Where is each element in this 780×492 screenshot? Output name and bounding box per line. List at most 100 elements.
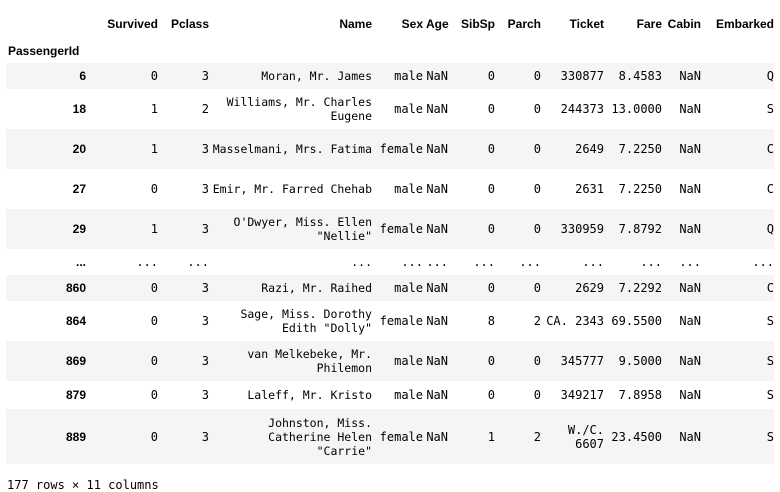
cell-parch: 2 (533, 429, 541, 444)
cell-age: NaN (426, 142, 448, 156)
cell-pclass: 3 (201, 222, 209, 236)
cell-name: O'Dwyer, Miss. Ellen "Nellie" (233, 215, 372, 243)
cell-cabin: NaN (679, 142, 701, 156)
column-header: Ticket (569, 17, 604, 31)
cell-survived: 1 (150, 222, 158, 236)
cell-embarked: C (766, 142, 774, 156)
cell-cabin: NaN (679, 182, 701, 196)
row-index: 864 (65, 314, 86, 328)
cell-age: NaN (426, 281, 448, 295)
corner-cell (6, 10, 88, 38)
cell-survived: 1 (150, 142, 158, 156)
cell-cabin: ... (679, 255, 701, 269)
cell-parch: 0 (533, 142, 541, 156)
cell-survived: 0 (150, 429, 158, 444)
column-header-row: Survived Pclass Name Sex Age SibSp Parch… (6, 10, 774, 38)
cell-name: Johnston, Miss. Catherine Helen "Carrie" (268, 415, 372, 458)
column-header: Cabin (667, 17, 701, 31)
cell-sibsp: 1 (487, 429, 495, 444)
cell-pclass: 3 (201, 429, 209, 444)
row-index: 6 (79, 69, 86, 83)
cell-parch: 0 (533, 182, 541, 196)
cell-sibsp: 0 (487, 142, 495, 156)
row-index: 27 (72, 182, 86, 196)
cell-cabin: NaN (679, 222, 701, 236)
cell-ticket: 349217 (560, 388, 604, 402)
cell-cabin: NaN (679, 388, 701, 402)
cell-parch: 2 (533, 314, 541, 328)
cell-pclass: 3 (201, 388, 209, 402)
cell-name: Laleff, Mr. Kristo (247, 388, 372, 402)
cell-sibsp: 0 (487, 222, 495, 236)
cell-survived: 0 (150, 388, 158, 402)
cell-sibsp: 0 (487, 354, 495, 368)
row-index: 869 (65, 354, 86, 368)
cell-pclass: ... (187, 255, 209, 269)
cell-cabin: NaN (679, 281, 701, 295)
row-index: 860 (65, 281, 86, 295)
cell-fare: 7.8958 (618, 388, 662, 402)
cell-sex: male (394, 388, 423, 402)
cell-name: Razi, Mr. Raihed (261, 281, 372, 295)
cell-fare: 9.5000 (618, 354, 662, 368)
column-header: Pclass (170, 17, 209, 31)
cell-sex: male (394, 354, 423, 368)
cell-parch: 0 (533, 281, 541, 295)
table-row: 879 0 3 Laleff, Mr. Kristo male NaN 0 0 349217 7.… (6, 381, 774, 409)
cell-embarked: C (766, 281, 774, 295)
cell-sibsp: 0 (487, 388, 495, 402)
cell-fare: 7.2250 (618, 182, 662, 196)
cell-sex: ... (401, 255, 423, 269)
row-index: 889 (65, 429, 86, 444)
cell-embarked: Q (766, 222, 774, 236)
table-row: .................................... (6, 249, 774, 275)
cell-sibsp: 0 (487, 281, 495, 295)
cell-parch: 0 (533, 388, 541, 402)
cell-fare: 7.2250 (618, 142, 662, 156)
row-index: ... (75, 255, 86, 269)
cell-fare: 7.8792 (618, 222, 662, 236)
cell-pclass: 3 (201, 314, 209, 328)
cell-embarked: ... (752, 255, 774, 269)
cell-age: NaN (426, 354, 448, 368)
cell-sibsp: 8 (487, 314, 495, 328)
table-row: 18 1 2 Williams, Mr. Charles Eugene male NaN 0… (6, 89, 774, 129)
cell-embarked: S (766, 354, 774, 368)
cell-sex: male (394, 102, 423, 116)
cell-survived: 0 (150, 354, 158, 368)
cell-name: Moran, Mr. James (261, 69, 372, 83)
cell-ticket: 330959 (560, 222, 604, 236)
cell-age: NaN (426, 69, 448, 83)
column-header: Age (426, 17, 449, 31)
cell-pclass: 3 (201, 142, 209, 156)
cell-survived: 0 (150, 69, 158, 83)
index-header-row: PassengerId (6, 38, 774, 63)
cell-survived: ... (136, 255, 158, 269)
cell-cabin: NaN (679, 354, 701, 368)
cell-survived: 0 (150, 314, 158, 328)
cell-age: NaN (426, 314, 448, 328)
cell-ticket: CA. 2343 (546, 314, 604, 328)
cell-pclass: 2 (201, 102, 209, 116)
cell-embarked: S (766, 102, 774, 116)
cell-ticket: 345777 (560, 354, 604, 368)
cell-sibsp: 0 (487, 182, 495, 196)
cell-fare: 23.4500 (611, 429, 662, 444)
cell-parch: 0 (533, 69, 541, 83)
cell-parch: ... (519, 255, 541, 269)
cell-embarked: S (766, 429, 774, 444)
table-shape-footer: 177 rows × 11 columns (7, 478, 159, 492)
cell-sex: female (379, 222, 423, 236)
cell-name: Williams, Mr. Charles Eugene (226, 95, 372, 123)
table-body: 6 0 3 Moran, Mr. James male NaN 0 0 330877 8.4583… (6, 63, 774, 464)
cell-embarked: C (766, 182, 774, 196)
cell-sex: male (394, 182, 423, 196)
cell-name: Emir, Mr. Farred Chehab (212, 182, 372, 196)
cell-embarked: S (766, 388, 774, 402)
cell-parch: 0 (533, 354, 541, 368)
cell-embarked: Q (766, 69, 774, 83)
table-row: 869 0 3 van Melkebeke, Mr. Philemon male NaN 0… (6, 341, 774, 381)
cell-age: NaN (426, 429, 448, 444)
dataframe-table: Survived Pclass Name Sex Age SibSp Parch… (6, 10, 774, 464)
row-index: 29 (72, 222, 86, 236)
